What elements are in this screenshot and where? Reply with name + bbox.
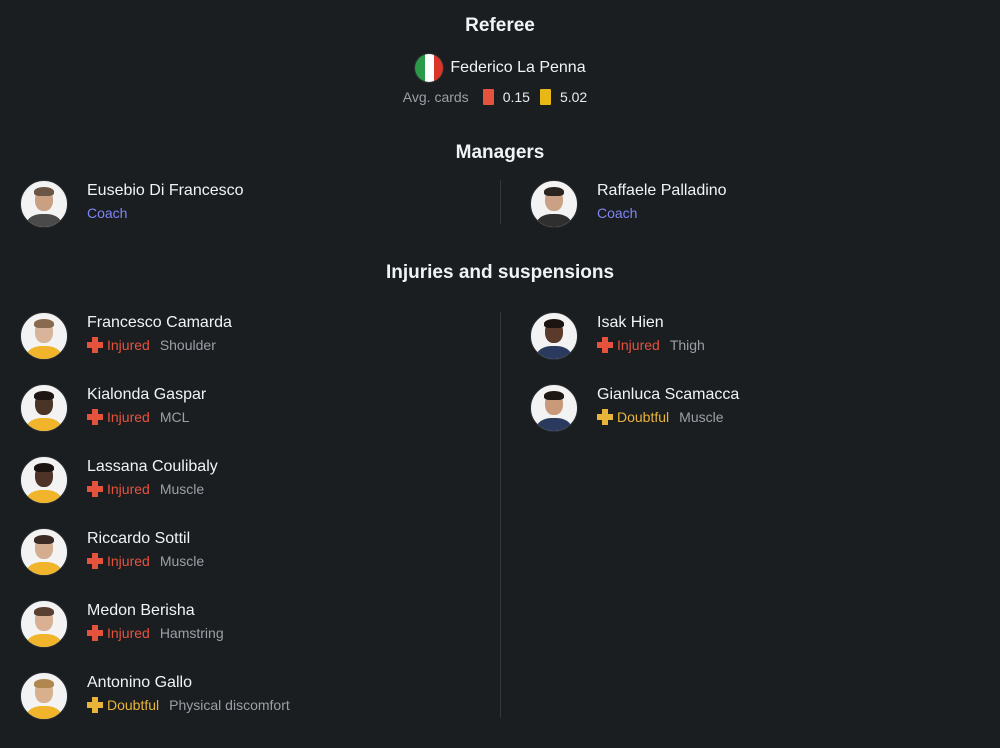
referee-heading: Referee — [465, 15, 535, 36]
player-name: Isak Hien — [597, 314, 664, 331]
injured-icon — [87, 337, 103, 353]
injury-row[interactable]: Lassana Coulibaly Injured Muscle — [20, 456, 480, 508]
injury-row[interactable]: Antonino Gallo Doubtful Physical discomf… — [20, 672, 480, 724]
doubtful-icon — [87, 697, 103, 713]
player-name: Kialonda Gaspar — [87, 386, 207, 403]
injury-row[interactable]: Francesco Camarda Injured Shoulder — [20, 312, 480, 364]
injuries-divider — [500, 312, 501, 718]
manager-role: Coach — [87, 205, 128, 221]
player-name: Medon Berisha — [87, 602, 195, 619]
avatar — [20, 600, 68, 648]
player-name: Francesco Camarda — [87, 314, 232, 331]
italy-flag-icon — [414, 53, 445, 83]
referee-row[interactable]: Federico La Penna — [0, 50, 1000, 86]
avatar — [20, 312, 68, 360]
injury-reason: Hamstring — [159, 625, 224, 641]
avatar — [20, 180, 68, 228]
player-name: Lassana Coulibaly — [87, 458, 218, 475]
injury-reason: MCL — [159, 409, 190, 425]
home-manager[interactable]: Eusebio Di Francesco Coach — [20, 180, 480, 232]
yellow-card-avg: 5.02 — [559, 89, 588, 105]
injury-row[interactable]: Kialonda Gaspar Injured MCL — [20, 384, 480, 436]
manager-name: Raffaele Palladino — [597, 182, 727, 199]
injuries-heading: Injuries and suspensions — [385, 262, 615, 283]
player-name: Gianluca Scamacca — [597, 386, 740, 403]
avatar — [20, 456, 68, 504]
away-manager[interactable]: Raffaele Palladino Coach — [530, 180, 980, 232]
manager-role: Coach — [597, 205, 638, 221]
avg-cards-label: Avg. cards — [402, 89, 469, 105]
avatar — [530, 384, 578, 432]
injury-status: Injured — [107, 337, 150, 353]
red-card-avg: 0.15 — [502, 89, 530, 105]
injured-icon — [87, 409, 103, 425]
injury-status: Injured — [107, 409, 150, 425]
injury-row[interactable]: Gianluca Scamacca Doubtful Muscle — [530, 384, 980, 436]
injured-icon — [87, 553, 103, 569]
managers-heading: Managers — [455, 142, 545, 163]
referee-name: Federico La Penna — [450, 59, 586, 76]
doubtful-icon — [597, 409, 613, 425]
injury-status: Injured — [617, 337, 660, 353]
managers-divider — [500, 180, 501, 224]
yellow-card-icon — [539, 89, 551, 105]
injury-reason: Muscle — [159, 553, 205, 569]
injury-row[interactable]: Medon Berisha Injured Hamstring — [20, 600, 480, 652]
injury-reason: Shoulder — [159, 337, 216, 353]
avatar — [530, 312, 578, 360]
avatar — [20, 672, 68, 720]
injury-status: Doubtful — [107, 697, 160, 713]
injury-reason: Physical discomfort — [169, 697, 290, 713]
injury-reason: Thigh — [669, 337, 705, 353]
avatar — [530, 180, 578, 228]
injury-status: Injured — [107, 481, 150, 497]
manager-name: Eusebio Di Francesco — [87, 182, 244, 199]
injury-row[interactable]: Riccardo Sottil Injured Muscle — [20, 528, 480, 580]
injured-icon — [597, 337, 613, 353]
avatar — [20, 384, 68, 432]
red-card-icon — [482, 89, 494, 105]
injury-status: Doubtful — [617, 409, 670, 425]
injured-icon — [87, 481, 103, 497]
player-name: Antonino Gallo — [87, 674, 192, 691]
injury-status: Injured — [107, 625, 150, 641]
injury-reason: Muscle — [159, 481, 205, 497]
injury-reason: Muscle — [679, 409, 724, 425]
injured-icon — [87, 625, 103, 641]
injury-row[interactable]: Isak Hien Injured Thigh — [530, 312, 980, 364]
avatar — [20, 528, 68, 576]
avg-cards-row: Avg. cards 0.15 5.02 — [0, 86, 1000, 108]
player-name: Riccardo Sottil — [87, 530, 191, 547]
injury-status: Injured — [107, 553, 150, 569]
